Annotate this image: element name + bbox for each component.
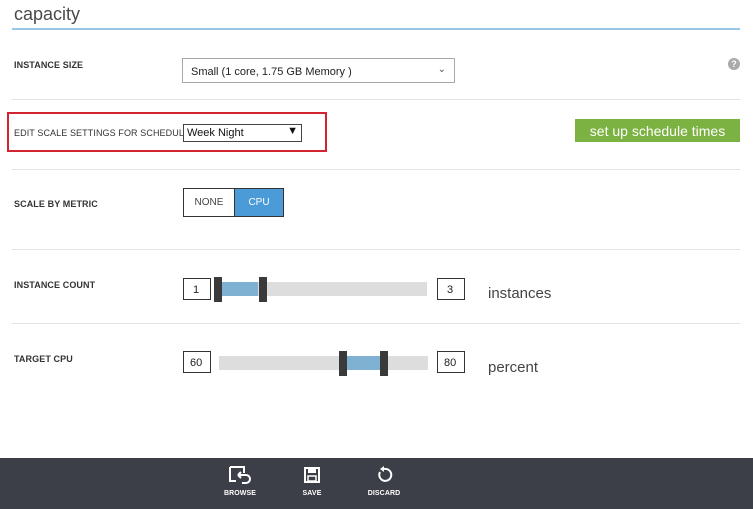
target-cpu-min-input[interactable]: 60 (183, 351, 211, 373)
discard-button[interactable]: DISCARD (358, 464, 410, 497)
title-underline (12, 28, 740, 30)
help-icon[interactable]: ? (728, 58, 740, 70)
target-cpu-max-handle[interactable] (380, 351, 388, 376)
instance-count-min-input[interactable]: 1 (183, 278, 211, 300)
target-cpu-track[interactable] (219, 356, 428, 370)
divider (12, 99, 740, 100)
target-cpu-max-input[interactable]: 80 (437, 351, 465, 373)
scale-by-metric-label: SCALE BY METRIC (14, 199, 98, 209)
instance-count-label: INSTANCE COUNT (14, 280, 96, 290)
schedule-label: EDIT SCALE SETTINGS FOR SCHEDULE (14, 128, 191, 138)
save-icon (304, 467, 320, 483)
instance-count-range (222, 282, 258, 296)
instance-size-select[interactable]: Small (1 core, 1.75 GB Memory ) ⌄ (182, 58, 455, 83)
instance-count-max-handle[interactable] (259, 277, 267, 302)
divider (12, 323, 740, 324)
toggle-cpu[interactable]: CPU (234, 189, 283, 216)
command-bar: BROWSE SAVE DISCARD (0, 458, 753, 509)
browse-label: BROWSE (223, 490, 257, 497)
instance-size-label: INSTANCE SIZE (14, 60, 84, 70)
divider (12, 249, 740, 250)
discard-label: DISCARD (367, 490, 401, 497)
target-cpu-label: TARGET CPU (14, 354, 73, 364)
instance-count-unit: instances (488, 285, 552, 302)
scale-metric-toggle: NONE CPU (183, 188, 284, 217)
target-cpu-range (346, 356, 380, 370)
chevron-down-icon: ▼ (287, 125, 298, 137)
schedule-select[interactable]: Week Night ▼ (183, 124, 302, 142)
schedule-value: Week Night (187, 127, 244, 139)
browse-button[interactable]: BROWSE (214, 464, 266, 497)
chevron-down-icon: ⌄ (437, 64, 446, 75)
save-button[interactable]: SAVE (286, 464, 338, 497)
instance-count-min-handle[interactable] (214, 277, 222, 302)
divider (12, 169, 740, 170)
setup-schedule-button[interactable]: set up schedule times (575, 119, 740, 142)
target-cpu-min-handle[interactable] (339, 351, 347, 376)
save-label: SAVE (302, 490, 322, 497)
instance-size-value: Small (1 core, 1.75 GB Memory ) (191, 66, 352, 78)
instance-count-max-input[interactable]: 3 (437, 278, 465, 300)
discard-icon (378, 466, 393, 482)
toggle-none[interactable]: NONE (184, 189, 234, 216)
target-cpu-unit: percent (488, 359, 539, 376)
browse-icon (229, 466, 251, 484)
section-title: capacity (14, 4, 81, 24)
